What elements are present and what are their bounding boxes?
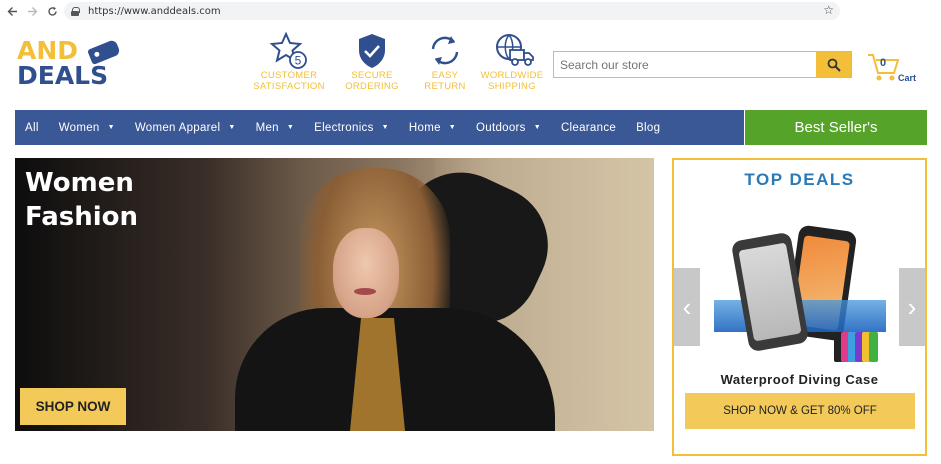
nav-item-clearance[interactable]: Clearance [551, 122, 626, 134]
forward-arrow-icon[interactable] [24, 3, 40, 19]
feature-label: EASY RETURN [424, 70, 466, 92]
hero-face-shape [333, 228, 399, 318]
top-deals-title: TOP DEALS [744, 170, 855, 189]
cart-button[interactable]: 0 Cart [866, 51, 926, 85]
lock-icon [71, 6, 80, 16]
nav-item-all[interactable]: All [15, 122, 49, 134]
deal-shop-now-button[interactable]: SHOP NOW & GET 80% OFF [685, 393, 915, 429]
product-name[interactable]: Waterproof Diving Case [674, 372, 925, 387]
nav-item-blog[interactable]: Blog [626, 122, 670, 134]
cart-label: Cart [898, 73, 917, 83]
return-arrows-icon [425, 32, 465, 68]
feature-label: CUSTOMER SATISFACTION [253, 70, 325, 92]
caret-down-icon: ▼ [533, 124, 541, 131]
nav-item-electronics[interactable]: Electronics ▼ [304, 122, 399, 134]
feature-worldwide-shipping: WORLDWIDE SHIPPING [477, 32, 547, 92]
svg-text:5: 5 [295, 54, 302, 68]
product-image[interactable] [714, 222, 889, 370]
search-input[interactable] [554, 52, 816, 77]
hero-title: Women Fashion [25, 168, 139, 232]
star-5-icon: 5 [269, 31, 309, 69]
nav-item-outdoors[interactable]: Outdoors ▼ [466, 122, 551, 134]
shop-now-button[interactable]: SHOP NOW [20, 388, 126, 425]
reload-icon[interactable] [44, 3, 60, 19]
nav-item-home[interactable]: Home ▼ [399, 122, 466, 134]
logo-line2: DEALS [17, 61, 109, 90]
hero-banner[interactable]: Women Fashion SHOP NOW [15, 158, 654, 431]
search-bar [553, 51, 852, 78]
nav-item-women-apparel[interactable]: Women Apparel ▼ [125, 122, 246, 134]
shield-check-icon [352, 32, 392, 68]
top-deals-panel: TOP DEALS ‹ › Waterproof Diving Case SHO… [672, 158, 927, 456]
color-cases-shape [834, 332, 884, 364]
caret-down-icon: ▼ [381, 124, 389, 131]
site-logo[interactable]: AND DEALS [17, 38, 127, 92]
chevron-right-icon: › [907, 291, 917, 322]
browser-toolbar: https://www.anddeals.com ☆ [0, 0, 941, 22]
address-bar[interactable]: https://www.anddeals.com ☆ [64, 2, 840, 20]
feature-easy-return: EASY RETURN [420, 32, 470, 92]
caret-down-icon: ▼ [286, 124, 295, 131]
feature-label: SECURE ORDERING [345, 70, 399, 92]
url-text: https://www.anddeals.com [88, 5, 221, 17]
best-seller-button[interactable]: Best Seller's [745, 110, 927, 145]
feature-secure-ordering: SECURE ORDERING [343, 32, 401, 92]
back-arrow-icon[interactable] [4, 3, 20, 19]
caret-down-icon: ▼ [228, 124, 236, 131]
globe-truck-icon [492, 32, 534, 68]
feature-label: WORLDWIDE SHIPPING [480, 70, 544, 92]
chevron-left-icon: ‹ [682, 291, 692, 322]
hero-lips-shape [354, 288, 376, 295]
cart-count: 0 [880, 57, 887, 69]
carousel-prev-button[interactable]: ‹ [674, 268, 700, 346]
feature-customer-satisfaction: 5 CUSTOMER SATISFACTION [252, 31, 326, 92]
main-nav: All Women ▼ Women Apparel ▼ Men ▼ Electroni… [15, 110, 744, 145]
search-button[interactable] [816, 52, 851, 77]
caret-down-icon: ▼ [107, 124, 115, 131]
search-icon [827, 58, 841, 72]
carousel-next-button[interactable]: › [899, 268, 925, 346]
nav-item-women[interactable]: Women ▼ [49, 122, 125, 134]
bookmark-star-icon[interactable]: ☆ [823, 3, 834, 17]
caret-down-icon: ▼ [448, 124, 457, 131]
nav-item-men[interactable]: Men ▼ [246, 122, 305, 134]
